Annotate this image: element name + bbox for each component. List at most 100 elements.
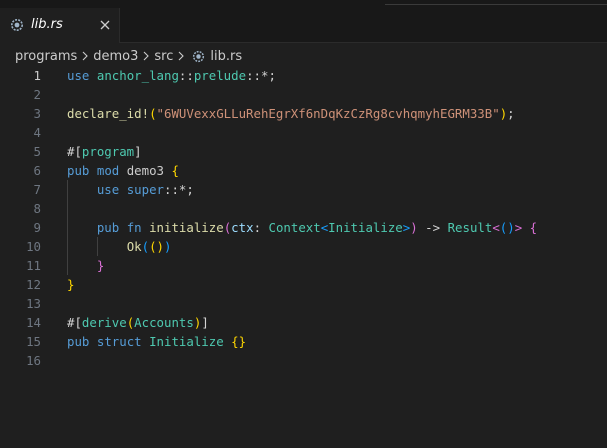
code-text: Ok(())	[67, 237, 172, 256]
breadcrumb-item-lib-rs[interactable]: lib.rs	[210, 49, 242, 64]
code-token: fn	[126, 220, 142, 235]
code-line[interactable]: 14 #[derive(Accounts)]	[0, 313, 607, 332]
code-line[interactable]: 7 use super::*;	[0, 180, 607, 199]
line-number: 9	[33, 220, 41, 235]
code-line[interactable]: 15 pub struct Initialize {}	[0, 332, 607, 351]
breadcrumb-item-programs[interactable]: programs	[15, 49, 77, 64]
code-token: super	[126, 182, 165, 197]
line-number: 15	[26, 334, 41, 349]
line-number: 3	[33, 106, 41, 121]
code-token: Initialize	[149, 334, 224, 349]
code-text: #[derive(Accounts)]	[67, 313, 209, 332]
code-token: mod	[96, 163, 120, 178]
breadcrumb-item-demo3[interactable]: demo3	[93, 49, 138, 64]
code-text: use super::*;	[67, 180, 194, 199]
code-token: declare_id!	[67, 106, 150, 121]
code-text: #[program]	[67, 142, 142, 161]
code-line[interactable]: 9 pub fn initialize(ctx: Context<Initial…	[0, 218, 607, 237]
breadcrumb-item-src[interactable]: src	[154, 49, 173, 64]
line-number: 10	[26, 239, 41, 254]
code-line[interactable]: 11 }	[0, 256, 607, 275]
rust-file-icon	[11, 19, 23, 31]
chevron-right-icon	[144, 51, 150, 61]
code-token: program	[81, 144, 135, 159]
tab-bar: lib.rs	[0, 0, 607, 43]
code-token: demo3	[119, 163, 172, 178]
code-line[interactable]: 3 declare_id!("6WUVexxGLLuRehEgrXf6nDqKzC…	[0, 104, 607, 123]
code-editor[interactable]: 1 use anchor_lang::prelude::*; 2 3 declare_i…	[0, 66, 607, 370]
divider	[385, 4, 607, 5]
rust-file-icon	[193, 50, 205, 62]
code-line[interactable]: 8	[0, 199, 607, 218]
close-icon[interactable]	[98, 18, 112, 32]
code-text: pub mod demo3 {	[67, 161, 179, 180]
code-token: prelude	[193, 68, 247, 83]
chevron-right-icon	[82, 51, 89, 61]
line-number: 14	[26, 315, 41, 330]
code-token: Accounts	[134, 315, 194, 330]
code-token: ::*;	[164, 182, 194, 197]
code-line[interactable]: 1 use anchor_lang::prelude::*;	[0, 66, 607, 85]
code-line[interactable]: 6 pub mod demo3 {	[0, 161, 607, 180]
code-token: (	[141, 239, 150, 254]
code-line[interactable]: 2	[0, 85, 607, 104]
code-token: ()	[499, 220, 515, 235]
line-number: 2	[33, 87, 41, 102]
code-token: #[	[67, 144, 82, 159]
code-token: }	[96, 258, 105, 273]
code-line[interactable]: 13	[0, 294, 607, 313]
code-token: initialize	[149, 220, 224, 235]
code-line[interactable]: 16	[0, 351, 607, 370]
code-text: }	[67, 275, 74, 294]
line-number: 13	[26, 296, 41, 311]
tab-lib-rs[interactable]: lib.rs	[0, 8, 120, 43]
line-number: 7	[33, 182, 41, 197]
indent-guide	[67, 180, 68, 275]
code-token: anchor_lang	[96, 68, 179, 83]
code-text: use anchor_lang::prelude::*;	[67, 66, 276, 85]
line-number: 8	[33, 201, 41, 216]
code-token: derive	[81, 315, 127, 330]
code-line[interactable]: 12}	[0, 275, 607, 294]
code-token: pub	[96, 220, 120, 235]
code-token: Ok	[126, 239, 142, 254]
code-line[interactable]: 4	[0, 123, 607, 142]
code-token: use	[67, 68, 90, 83]
code-line[interactable]: 5 #[program]	[0, 142, 607, 161]
code-token: ->	[417, 220, 448, 235]
indent-guide	[97, 237, 98, 256]
code-text: declare_id!("6WUVexxGLLuRehEgrXf6nDqKzCz…	[67, 104, 515, 123]
code-token: Result	[447, 220, 493, 235]
code-token: Context	[268, 220, 321, 235]
code-token: )	[410, 220, 418, 235]
code-token: <	[492, 220, 500, 235]
code-text: pub fn initialize(ctx: Context<Initializ…	[67, 218, 537, 237]
code-text: }	[67, 256, 104, 275]
line-number: 1	[33, 68, 41, 83]
line-number: 5	[33, 144, 41, 159]
tab-label: lib.rs	[31, 17, 63, 32]
breadcrumb: programs demo3 src lib.rs	[15, 47, 242, 65]
code-token: pub	[67, 163, 90, 178]
line-number: 6	[33, 163, 41, 178]
code-token: ;	[507, 106, 515, 121]
code-line[interactable]: 10 Ok(())	[0, 237, 607, 256]
code-token: use	[96, 182, 120, 197]
line-number: 4	[33, 125, 41, 140]
chevron-right-icon	[179, 51, 185, 61]
line-number: 16	[26, 353, 41, 368]
code-token: {}	[231, 334, 247, 349]
code-token: {	[529, 220, 538, 235]
code-token: #[	[67, 315, 82, 330]
code-token: ctx	[231, 220, 254, 235]
code-token: ::	[178, 68, 194, 83]
